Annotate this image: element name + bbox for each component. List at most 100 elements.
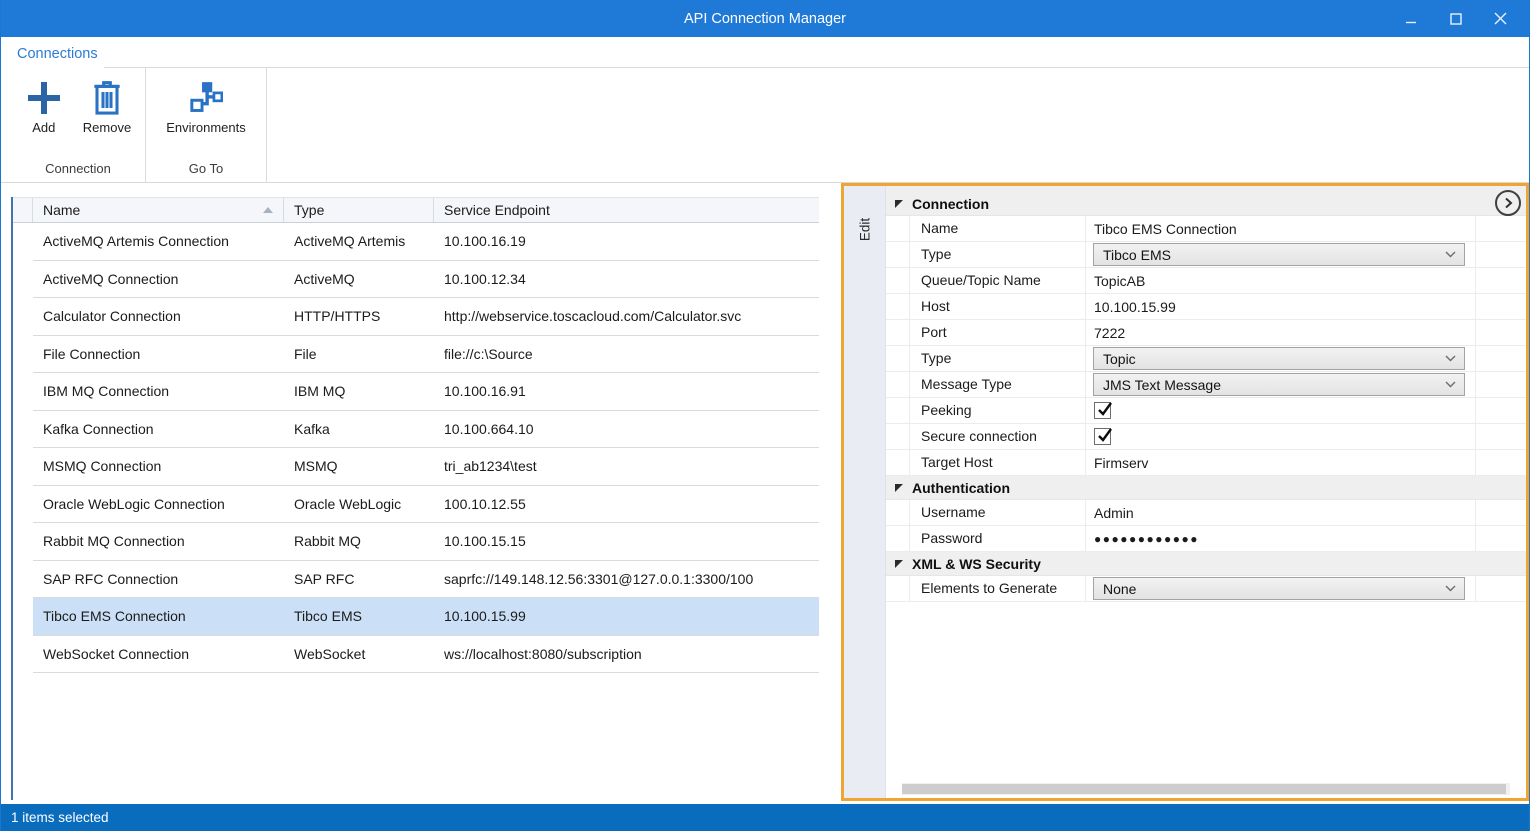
cell-type: SAP RFC [284,571,434,587]
cell-type: Oracle WebLogic [284,496,434,512]
table-row[interactable]: Oracle WebLogic Connection Oracle WebLog… [13,486,819,524]
property-label: Peeking [910,398,1086,423]
collapse-panel-button[interactable] [1495,190,1521,216]
edit-tab-label[interactable]: Edit [857,218,872,241]
property-label: Message Type [910,372,1086,397]
row-indicator[interactable] [13,523,33,561]
remove-button[interactable]: Remove [79,76,135,135]
section-title: Authentication [912,480,1010,496]
row-indicator[interactable] [13,411,33,449]
table-row[interactable]: SAP RFC Connection SAP RFC saprfc://149.… [13,561,819,599]
cell-name: ActiveMQ Connection [33,271,284,287]
table-row[interactable]: IBM MQ Connection IBM MQ 10.100.16.91 [13,373,819,411]
row-indicator[interactable] [13,598,33,636]
column-header-service-endpoint[interactable]: Service Endpoint [434,198,819,222]
cell-name: Rabbit MQ Connection [33,533,284,549]
property-value-field[interactable]: Tibco EMS Connection [1094,221,1237,237]
table-row[interactable]: ActiveMQ Artemis Connection ActiveMQ Art… [13,223,819,261]
connection-table-body: ActiveMQ Artemis Connection ActiveMQ Art… [13,223,819,673]
row-indicator[interactable] [13,336,33,374]
minimize-button[interactable] [1388,0,1433,37]
property-value-field[interactable]: Firmserv [1094,455,1148,471]
table-row[interactable]: ActiveMQ Connection ActiveMQ 10.100.12.3… [13,261,819,299]
property-label: Target Host [910,450,1086,475]
cell-name: ActiveMQ Artemis Connection [33,233,284,249]
table-row[interactable]: Tibco EMS Connection Tibco EMS 10.100.15… [13,598,819,636]
property-value-field[interactable]: 7222 [1094,325,1125,341]
checkmark-icon [1096,400,1114,418]
property-value-field[interactable]: 10.100.15.99 [1094,299,1176,315]
section-header[interactable]: XML & WS Security [886,552,1526,576]
cell-service-endpoint: 10.100.664.10 [434,421,819,437]
row-indicator[interactable] [13,298,33,336]
add-button-label: Add [32,120,55,135]
trash-icon [91,76,123,120]
property-label: Username [910,500,1086,525]
table-header: Name Type Service Endpoint [13,197,819,223]
property-gutter [886,216,910,241]
row-indicator[interactable] [13,486,33,524]
property-dropdown[interactable]: Tibco EMS [1093,243,1465,266]
cell-name: SAP RFC Connection [33,571,284,587]
checkmark-icon [1096,426,1114,444]
property-label: Host [910,294,1086,319]
table-row[interactable]: MSMQ Connection MSMQ tri_ab1234\test [13,448,819,486]
tab-connections[interactable]: Connections [17,46,98,62]
cell-service-endpoint: 10.100.16.19 [434,233,819,249]
cell-type: Rabbit MQ [284,533,434,549]
toolstrip: Add Remove Con [11,68,267,182]
property-dropdown[interactable]: None [1093,577,1465,600]
maximize-button[interactable] [1433,0,1478,37]
header-indicator-cell [13,198,33,222]
section-header[interactable]: Connection [886,192,1526,216]
scrollbar-thumb[interactable] [902,784,1506,794]
property-row: Target Host Firmserv [886,450,1526,476]
property-gutter [886,424,910,449]
cell-type: ActiveMQ [284,271,434,287]
horizontal-scrollbar[interactable] [902,783,1510,795]
row-indicator[interactable] [13,223,33,261]
row-indicator[interactable] [13,261,33,299]
property-value-cell: Firmserv [1086,450,1476,475]
property-value-cell: Topic [1086,346,1476,371]
property-row: Port 7222 [886,320,1526,346]
dropdown-selected-value: Topic [1103,351,1136,367]
environments-button[interactable]: Environments [162,76,249,135]
property-row: Username Admin [886,500,1526,526]
close-button[interactable] [1478,0,1523,37]
add-button[interactable]: Add [21,76,67,135]
chevron-down-icon [1445,381,1456,388]
row-indicator[interactable] [13,636,33,674]
property-value-field[interactable]: Admin [1094,505,1134,521]
dropdown-selected-value: Tibco EMS [1103,247,1171,263]
property-checkbox[interactable] [1094,428,1111,445]
column-header-name[interactable]: Name [33,198,284,222]
table-row[interactable]: Kafka Connection Kafka 10.100.664.10 [13,411,819,449]
section-header[interactable]: Authentication [886,476,1526,500]
cell-type: WebSocket [284,646,434,662]
table-row[interactable]: File Connection File file://c:\Source [13,336,819,374]
property-value-field[interactable]: ●●●●●●●●●●●● [1094,532,1199,546]
row-indicator[interactable] [13,561,33,599]
property-value-cell: Tibco EMS Connection [1086,216,1476,241]
table-row[interactable]: Calculator Connection HTTP/HTTPS http://… [13,298,819,336]
property-value-cell [1086,398,1476,423]
table-row[interactable]: WebSocket Connection WebSocket ws://loca… [13,636,819,674]
cell-name: Oracle WebLogic Connection [33,496,284,512]
app-window: API Connection Manager Connections [0,0,1530,831]
column-header-type[interactable]: Type [284,198,434,222]
table-row[interactable]: Rabbit MQ Connection Rabbit MQ 10.100.15… [13,523,819,561]
row-indicator[interactable] [13,448,33,486]
column-header-type-label: Type [294,202,324,218]
property-value-field[interactable]: TopicAB [1094,273,1145,289]
property-value-cell: JMS Text Message [1086,372,1476,397]
row-indicator[interactable] [13,373,33,411]
property-dropdown[interactable]: JMS Text Message [1093,373,1465,396]
connections-table: Name Type Service Endpoint ActiveMQ Arte… [11,197,819,800]
title-bar: API Connection Manager [1,0,1529,37]
property-checkbox[interactable] [1094,402,1111,419]
property-row: Type Tibco EMS [886,242,1526,268]
property-row: Queue/Topic Name TopicAB [886,268,1526,294]
property-dropdown[interactable]: Topic [1093,347,1465,370]
collapse-section-icon [895,484,903,492]
